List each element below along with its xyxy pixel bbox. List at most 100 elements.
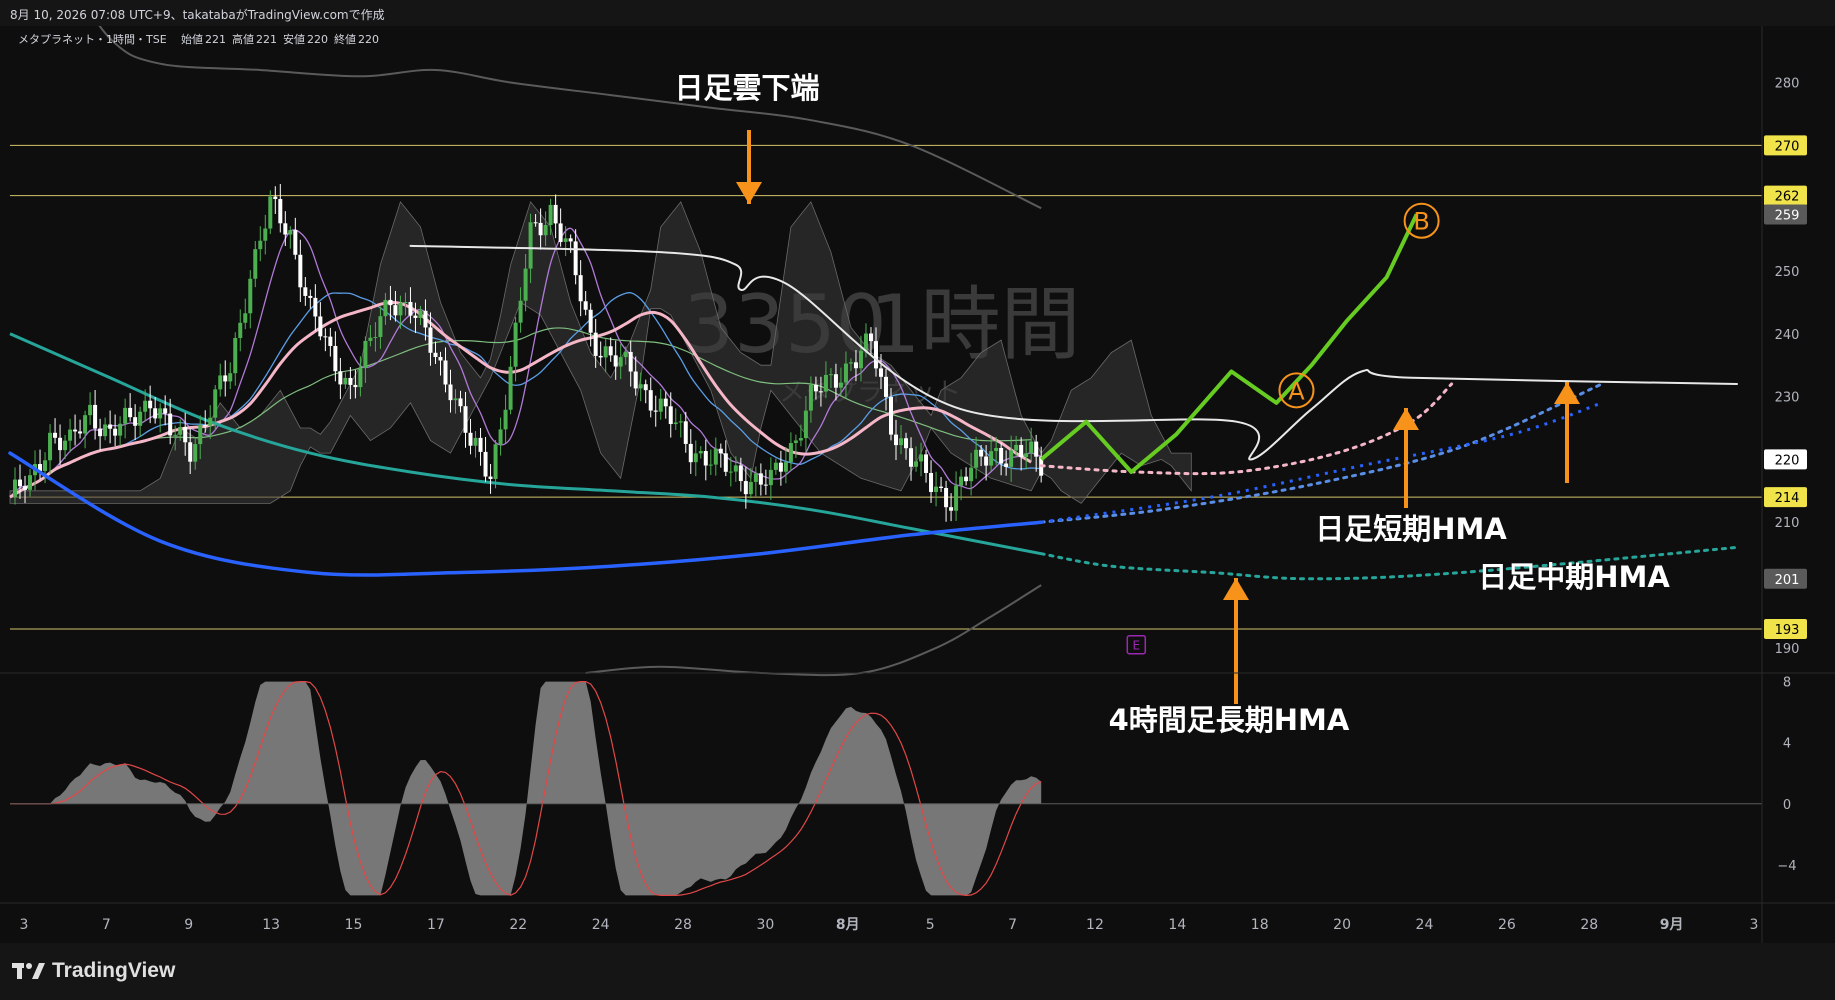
candle-body: [858, 350, 863, 369]
x-tick-label: 17: [427, 917, 445, 933]
price-label-text: 193: [1775, 623, 1800, 638]
chart-svg[interactable]: 3350 1時間 メタプラネット ABE日足雲下端日足短期HMA日足中期HMA4…: [0, 26, 1835, 943]
candle-body: [939, 486, 944, 488]
candle-body: [1024, 453, 1029, 458]
candle-body: [333, 345, 338, 372]
candle-body: [573, 241, 578, 276]
candle-body: [608, 346, 613, 356]
candle-body: [863, 333, 868, 351]
price-tick-label: 210: [1775, 516, 1800, 531]
candle-body: [833, 374, 838, 388]
candle-body: [398, 303, 403, 316]
candle-body: [368, 337, 373, 341]
candle-body: [493, 444, 498, 479]
candle-body: [904, 438, 909, 449]
candle-body: [653, 410, 658, 412]
candle-body: [668, 406, 673, 425]
candle-body: [308, 295, 313, 298]
candle-body: [518, 300, 523, 323]
candle-body: [353, 384, 358, 388]
candle-body: [188, 442, 193, 462]
candle-body: [884, 376, 888, 397]
candle-body: [533, 222, 538, 224]
candle-body: [268, 196, 273, 229]
candle-body: [889, 396, 894, 435]
candle-body: [798, 438, 803, 441]
candle-body: [678, 421, 683, 423]
candle-body: [198, 425, 203, 445]
candle-body: [413, 315, 418, 318]
candle-body: [723, 453, 728, 472]
candle-body: [598, 355, 603, 358]
x-tick-label: 12: [1086, 917, 1104, 933]
candle-body: [813, 384, 818, 392]
price-tick-label: 230: [1775, 391, 1800, 406]
short-hma-label: 日足短期HMA: [1315, 512, 1507, 546]
candle-body: [158, 408, 163, 419]
candle-body: [823, 374, 828, 392]
candle-body: [868, 333, 873, 342]
candle-body: [433, 352, 438, 357]
candle-body: [363, 340, 368, 369]
candle-body: [563, 238, 568, 242]
candle-body: [733, 465, 738, 472]
tradingview-logo[interactable]: TradingView: [12, 959, 175, 983]
candle-body: [448, 384, 453, 401]
candle-body: [173, 434, 178, 436]
candle-body: [488, 476, 493, 479]
chart-area[interactable]: 3350 1時間 メタプラネット ABE日足雲下端日足短期HMA日足中期HMA4…: [0, 26, 1835, 943]
candle-body: [969, 467, 974, 482]
candle-body: [283, 223, 288, 235]
candle-body: [98, 428, 103, 437]
candle-body: [758, 473, 763, 485]
candle-body: [873, 341, 878, 369]
candle-body: [568, 238, 573, 242]
candle-body: [934, 486, 939, 493]
earnings-marker-text: E: [1132, 639, 1140, 653]
candle-body: [1029, 441, 1034, 454]
candle-body: [638, 384, 643, 389]
candle-body: [543, 225, 548, 236]
candle-body: [708, 464, 713, 466]
candle-body: [548, 204, 553, 226]
candle-body: [458, 398, 463, 407]
osc-tick-label: 4: [1783, 737, 1791, 752]
candle-body: [123, 407, 128, 424]
candle-body: [313, 297, 318, 317]
candle-body: [278, 199, 283, 224]
osc-tick-label: 0: [1783, 798, 1791, 813]
candle-body: [818, 391, 823, 393]
candle-body: [383, 299, 388, 317]
candle-body: [683, 421, 688, 444]
candle-body: [13, 479, 18, 498]
candle-body: [88, 404, 93, 416]
x-tick-label: 20: [1333, 917, 1351, 933]
candle-body: [853, 362, 858, 369]
candle-body: [979, 449, 984, 457]
candle-body: [248, 278, 253, 314]
candle-body: [593, 332, 598, 356]
candle-body: [808, 384, 813, 411]
tradingview-logo-icon: [12, 963, 45, 979]
x-tick-label: 30: [757, 917, 775, 933]
candle-body: [788, 443, 793, 463]
price-label-text: 214: [1775, 491, 1800, 506]
price-label-text: 220: [1775, 453, 1800, 468]
candle-body: [899, 438, 904, 446]
x-tick-label: 9月: [1660, 917, 1684, 933]
candle-body: [373, 337, 378, 339]
candle-body: [438, 356, 443, 361]
candle-body: [513, 322, 518, 367]
candle-body: [793, 440, 798, 444]
candle-body: [23, 486, 28, 490]
symbol-line: メタプラネット・1時間・TSE: [18, 33, 167, 46]
candle-body: [999, 448, 1004, 464]
candle-body: [408, 301, 413, 316]
osc-tick-label: −4: [1777, 859, 1796, 874]
candle-body: [613, 355, 618, 367]
ohlc-open-label: 始値: [181, 32, 203, 46]
candle-body: [838, 382, 843, 388]
candle-body: [783, 462, 788, 472]
candle-body: [103, 424, 108, 437]
candle-body: [323, 336, 328, 338]
